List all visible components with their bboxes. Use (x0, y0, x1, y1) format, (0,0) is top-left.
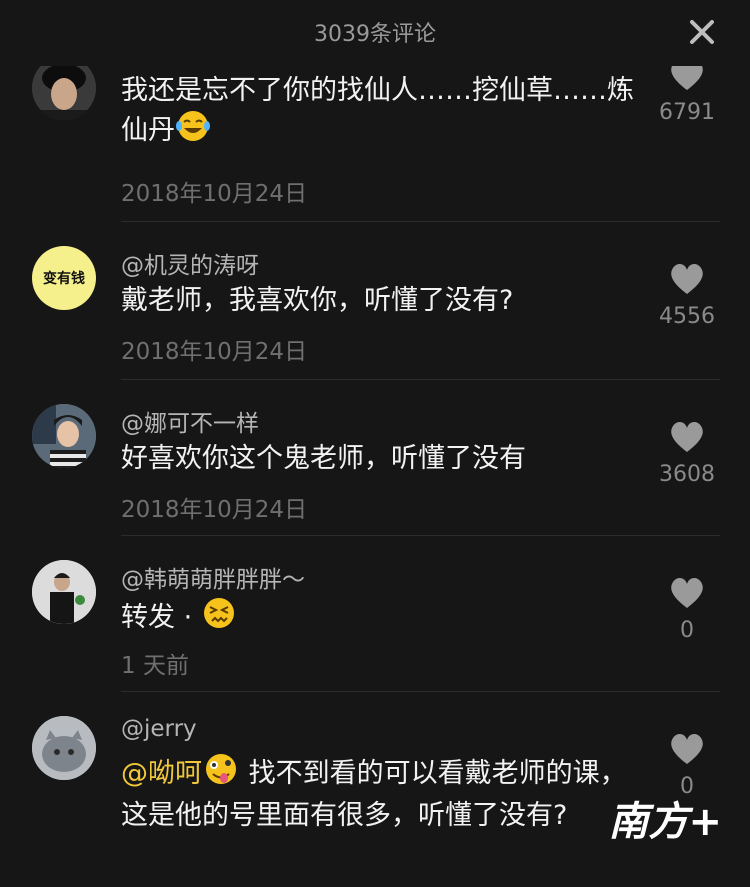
like-count: 6791 (659, 100, 715, 125)
confounded-face-emoji (201, 596, 237, 641)
like-button[interactable]: 6791 (642, 66, 732, 125)
heart-icon (671, 264, 703, 294)
avatar[interactable] (32, 716, 96, 780)
comment-username[interactable]: @娜可不一样 (121, 404, 259, 438)
heart-icon (671, 66, 703, 90)
zany-face-emoji (202, 752, 240, 797)
comment-username[interactable]: @jerry (121, 716, 197, 742)
comment-time: 2018年10月24日 (121, 339, 308, 365)
heart-icon (671, 578, 703, 608)
like-count: 3608 (659, 462, 715, 487)
watermark-logo: 南方+ (608, 799, 722, 845)
comment-text: 转发 · (121, 596, 641, 641)
close-icon[interactable] (688, 18, 716, 46)
like-count: 0 (680, 618, 694, 643)
mention-link[interactable]: @呦呵 (121, 758, 202, 789)
comment-time: 1 天前 (121, 653, 189, 679)
comment-item: 变有钱 @机灵的涛呀 戴老师，我喜欢你，听懂了没有? 2018年10月24日 4… (0, 222, 750, 380)
like-button[interactable]: 4556 (642, 260, 732, 329)
comment-text: 我还是忘不了你的找仙人……挖仙草……炼仙丹 (121, 72, 641, 153)
laughing-crying-emoji (175, 110, 211, 153)
comment-count-title: 3039条评论 (314, 22, 436, 47)
heart-icon (671, 422, 703, 452)
comment-item: 我还是忘不了你的找仙人……挖仙草……炼仙丹 2018年10月24日 6791 (0, 66, 750, 222)
comment-time: 2018年10月24日 (121, 497, 308, 523)
comment-list[interactable]: 我还是忘不了你的找仙人……挖仙草……炼仙丹 2018年10月24日 6791 变… (0, 66, 750, 887)
comments-header: 3039条评论 (0, 0, 750, 66)
avatar[interactable]: 变有钱 (32, 246, 96, 310)
comment-text: @呦呵 找不到看的可以看戴老师的课，这是他的号里面有很多，听懂了没有? (121, 752, 641, 835)
comment-item: @韩萌萌胖胖胖～ 转发 · 1 天前 0 (0, 536, 750, 692)
avatar[interactable] (32, 66, 96, 120)
comment-item: @娜可不一样 好喜欢你这个鬼老师，听懂了没有 2018年10月24日 3608 (0, 380, 750, 536)
avatar[interactable] (32, 404, 96, 468)
like-count: 4556 (659, 304, 715, 329)
comment-text: 好喜欢你这个鬼老师，听懂了没有 (121, 443, 526, 474)
comment-username[interactable]: @机灵的涛呀 (121, 246, 259, 280)
heart-icon (671, 734, 703, 764)
avatar[interactable] (32, 560, 96, 624)
comment-time: 2018年10月24日 (121, 181, 308, 207)
like-button[interactable]: 3608 (642, 418, 732, 487)
comment-text: 戴老师，我喜欢你，听懂了没有? (121, 285, 514, 316)
like-button[interactable]: 0 (642, 574, 732, 643)
comment-username[interactable]: @韩萌萌胖胖胖～ (121, 560, 305, 594)
